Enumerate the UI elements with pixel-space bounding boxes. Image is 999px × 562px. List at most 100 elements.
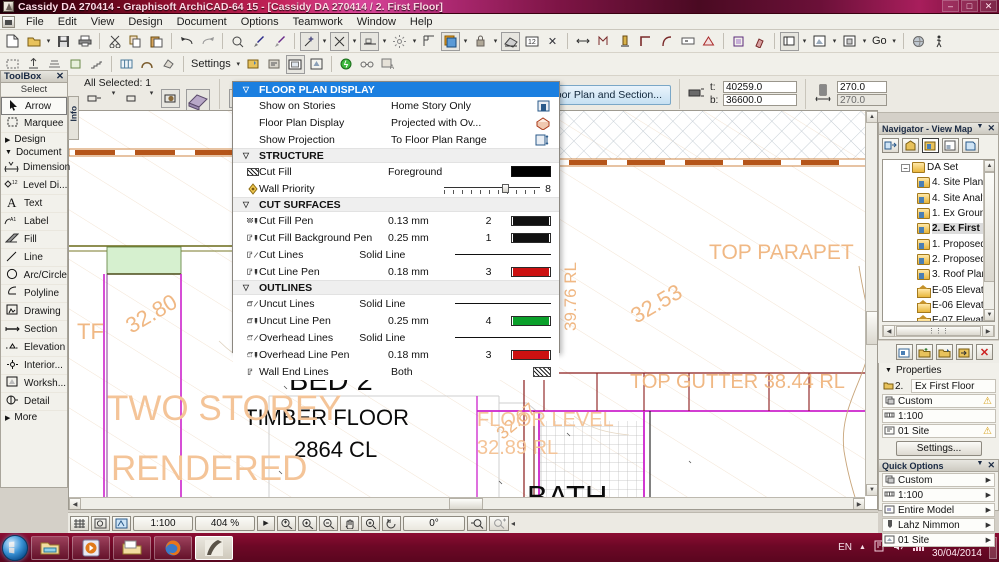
3d-window-icon[interactable]: 12 — [522, 32, 541, 51]
navigator-tree[interactable]: − DA Set 4. Site Plan 4. Site Analy 1. E… — [882, 159, 995, 322]
row-value[interactable]: Solid Line — [359, 298, 435, 310]
tool-worksheet[interactable]: Worksh... — [1, 375, 67, 393]
chevron-down-icon[interactable]: ▽ — [233, 151, 259, 160]
paste-icon[interactable] — [147, 32, 166, 51]
overhead-line-pen-swatch[interactable] — [511, 349, 559, 360]
navigator-tree-vertical-scrollbar[interactable]: ▲ ▼ — [983, 160, 994, 321]
wall-geometry-icon[interactable] — [85, 89, 104, 108]
row-show-on-stories[interactable]: Show on Stories Home Story Only — [233, 97, 559, 114]
menu-item-options[interactable]: Options — [234, 15, 286, 29]
chevron-right-icon[interactable]: ▶ — [986, 536, 994, 544]
delete-icon[interactable]: ✕ — [976, 344, 993, 360]
tool-fill[interactable]: Fill — [1, 231, 67, 249]
copy-icon[interactable] — [126, 32, 145, 51]
prev-zoom-icon[interactable] — [361, 515, 380, 531]
view-map-icon[interactable] — [922, 137, 939, 153]
redo-icon[interactable] — [198, 32, 217, 51]
navigator-toolbar[interactable] — [879, 135, 998, 155]
inject-params-icon[interactable] — [270, 32, 289, 51]
tree-item-e07-elevation[interactable]: E-07 Elevatic — [883, 313, 994, 321]
new-folder-icon[interactable] — [916, 344, 933, 360]
layer-icon[interactable] — [441, 31, 460, 51]
tool-polyline[interactable]: Polyline — [1, 285, 67, 303]
row-value[interactable]: 0.25 mm — [388, 315, 486, 327]
menu-item-teamwork[interactable]: Teamwork — [286, 15, 350, 29]
layer-combination-row[interactable]: Custom ⚠ — [882, 394, 996, 408]
save-icon[interactable] — [54, 32, 73, 51]
chevron-right-icon[interactable]: ▶ — [986, 491, 994, 499]
menu-item-file[interactable]: File — [19, 15, 51, 29]
split-caret[interactable]: ▾ — [350, 37, 359, 45]
project-map-icon[interactable] — [902, 137, 919, 153]
quick-pen-set-row[interactable]: Lahz Nimmon ▶ — [882, 518, 995, 532]
main-toolbar-row1[interactable]: ▾ ▾ ▾ ▾ ▾ ▾ ▾ 12 ✕ ▾ ▾ ▾ Go ▾ — [0, 30, 999, 53]
cut-icon[interactable] — [105, 32, 124, 51]
new-view-icon[interactable] — [896, 344, 913, 360]
globe-icon[interactable] — [909, 32, 928, 51]
energy-icon[interactable] — [337, 55, 356, 74]
new-document-icon[interactable] — [3, 32, 22, 51]
redefine-view-icon[interactable] — [956, 344, 973, 360]
marquee-icon[interactable] — [573, 32, 592, 51]
orbit-icon[interactable] — [382, 515, 401, 531]
start-orb-icon[interactable] — [2, 534, 28, 561]
renovation-filter-row[interactable]: 01 Site ⚠ — [882, 424, 996, 438]
wall-geometry-caret[interactable]: ▾ — [109, 89, 118, 97]
column-icon[interactable] — [615, 32, 634, 51]
publish-icon[interactable] — [882, 137, 899, 153]
floorplan-view-icon[interactable] — [780, 31, 799, 51]
taskbar-item-explorer-folder[interactable] — [31, 535, 69, 560]
row-cut-lines[interactable]: Cut Lines Solid Line — [233, 246, 559, 263]
chevron-down-icon[interactable]: ▽ — [233, 85, 259, 94]
quick-renovation-row[interactable]: 01 Site ▶ — [882, 533, 995, 547]
thickness-fields[interactable]: 270.0 270.0 — [810, 76, 891, 112]
print-icon[interactable] — [75, 32, 94, 51]
tree-item-ex-first-floor[interactable]: 2. Ex First F — [883, 221, 994, 236]
undo-icon[interactable] — [177, 32, 196, 51]
navigator-close-icon[interactable]: ✕ — [987, 123, 995, 134]
navigator-action-buttons[interactable]: ✕ — [878, 341, 999, 363]
3d-view-icon[interactable] — [810, 32, 829, 51]
curtain-wall-icon[interactable] — [117, 55, 136, 74]
row-value[interactable]: Foreground — [388, 166, 486, 178]
floor-plan-display-swatch[interactable] — [517, 116, 559, 130]
canvas-vertical-scrollbar[interactable]: ▲ ▼ — [865, 111, 877, 496]
row-show-projection[interactable]: Show Projection To Floor Plan Range — [233, 131, 559, 148]
scroll-down-arrow[interactable]: ▼ — [984, 309, 994, 321]
row-uncut-lines[interactable]: Uncut Lines Solid Line — [233, 295, 559, 312]
chevron-down-icon[interactable]: ▼ — [885, 367, 892, 374]
shell-icon[interactable] — [138, 55, 157, 74]
menu-item-window[interactable]: Window — [350, 15, 403, 29]
properties-header[interactable]: ▼ Properties — [879, 363, 999, 378]
row-uncut-line-pen[interactable]: Uncut Line Pen 0.25 mm 4 — [233, 312, 559, 329]
row-value[interactable]: 0.18 mm — [388, 349, 486, 361]
tool-text[interactable]: A Text — [1, 195, 67, 213]
toolbox-group-more[interactable]: ▶ More — [1, 411, 67, 424]
magic-wand-caret[interactable]: ▾ — [320, 37, 329, 45]
tree-item-proposed-1[interactable]: 1. Proposed — [883, 236, 994, 251]
overhead-lines-swatch[interactable] — [455, 337, 559, 338]
zoom-dropdown-caret[interactable]: ▶ — [257, 515, 275, 531]
model-view-options-icon[interactable] — [285, 54, 305, 74]
pan-icon[interactable] — [340, 515, 359, 531]
window-controls[interactable]: – □ ✕ — [942, 0, 997, 12]
zoom-all-icon[interactable] — [489, 515, 509, 531]
cut-fill-pen-swatch[interactable] — [511, 215, 559, 226]
scale-row[interactable]: 1:100 — [882, 409, 996, 423]
vertical-scroll-thumb[interactable] — [866, 311, 877, 345]
tray-language-indicator[interactable]: EN — [838, 542, 852, 553]
row-value[interactable]: Both — [391, 366, 491, 378]
magic-wand-icon[interactable] — [300, 31, 319, 51]
navigator-menu-caret-icon[interactable]: ▼ — [977, 123, 984, 134]
layout-book-icon[interactable] — [942, 137, 959, 153]
scroll-up-arrow[interactable]: ▲ — [866, 111, 877, 123]
thickness-field[interactable]: 270.0 — [836, 81, 887, 93]
row-wall-end-lines[interactable]: Wall End Lines Both — [233, 363, 559, 380]
tree-scroll-thumb[interactable] — [984, 172, 994, 282]
wall-priority-slider[interactable] — [444, 183, 541, 194]
go-label[interactable]: Go — [869, 35, 890, 47]
tool-section[interactable]: Section — [1, 321, 67, 339]
close-x-icon[interactable]: ✕ — [543, 32, 562, 51]
trim-caret[interactable]: ▾ — [380, 37, 389, 45]
open-folder-icon[interactable] — [24, 32, 43, 51]
